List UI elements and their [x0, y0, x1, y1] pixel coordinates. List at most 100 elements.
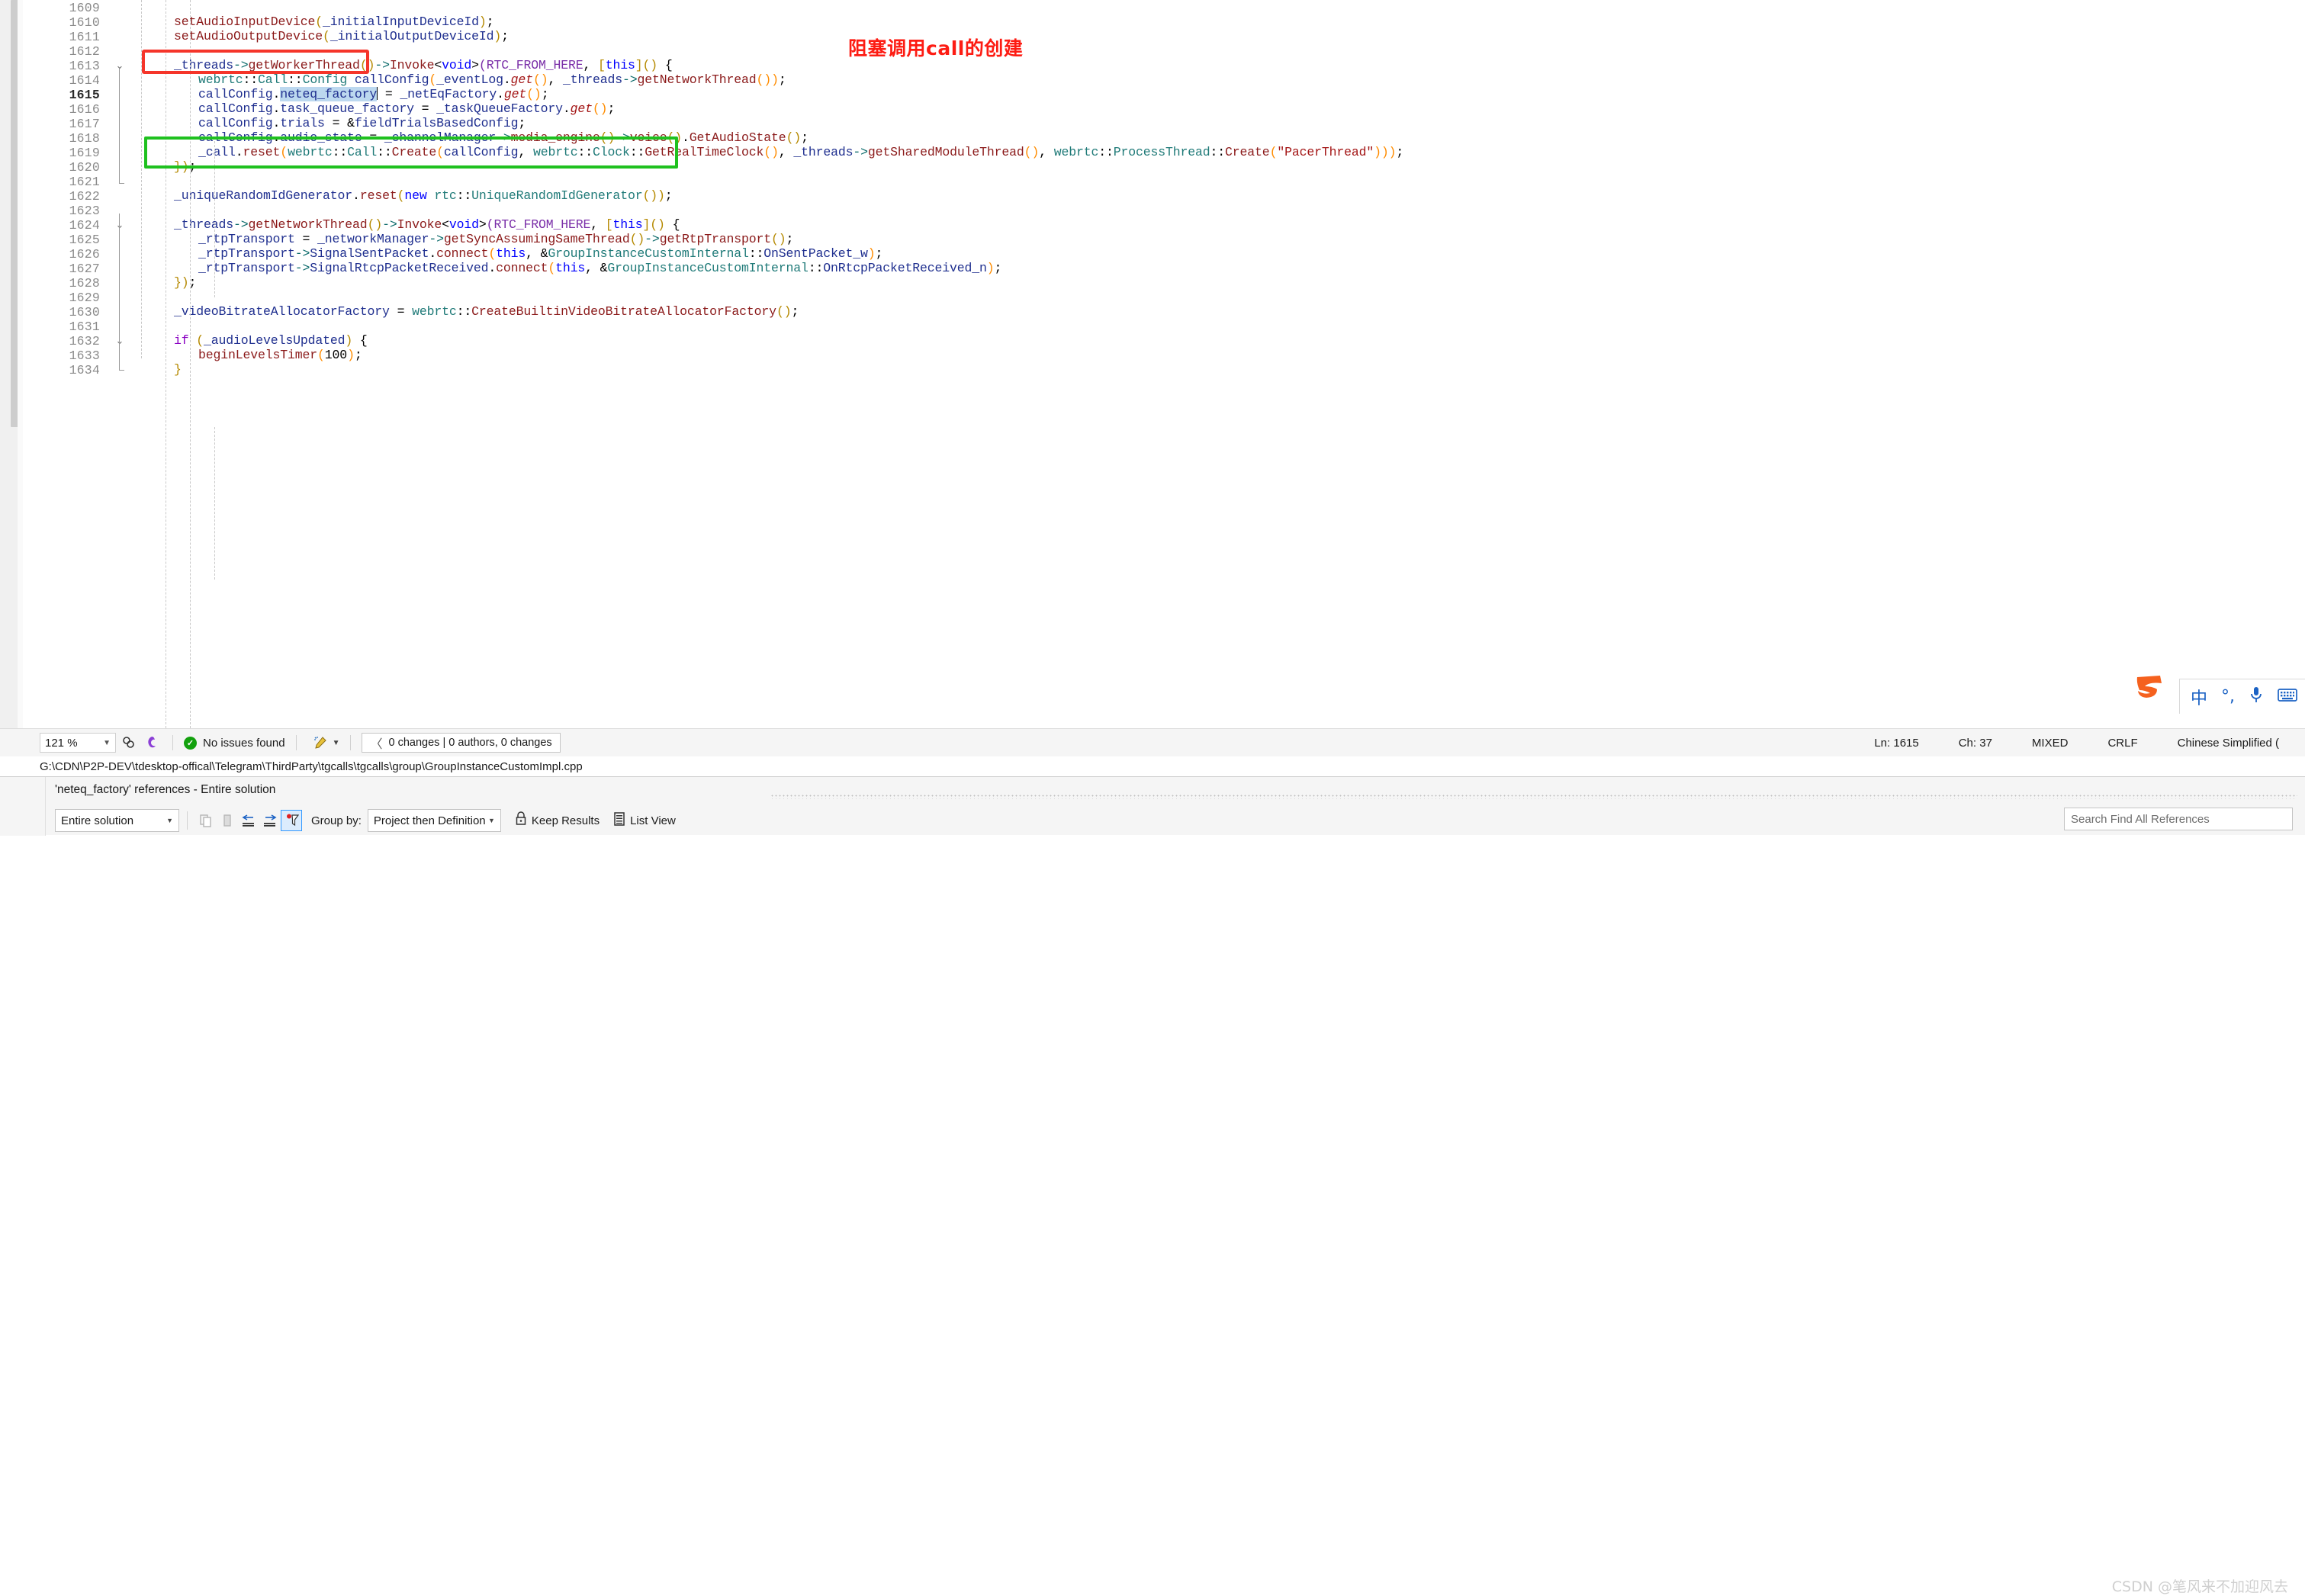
scope-dropdown[interactable]: Entire solution ▼ — [55, 809, 179, 832]
code-token: -> — [233, 217, 249, 232]
code-token: webrtc — [412, 304, 457, 319]
code-token: ; — [994, 261, 1002, 275]
ime-toolbar[interactable]: 中 °, — [2178, 679, 2305, 714]
code-token: ; — [786, 232, 794, 246]
keep-results-button[interactable]: Keep Results — [515, 811, 600, 830]
copy-button[interactable] — [195, 810, 217, 831]
code-line[interactable]: _threads->getWorkerThread()->Invoke<void… — [174, 58, 673, 72]
code-token: } — [174, 362, 182, 377]
group-by-label: Group by: — [311, 814, 362, 827]
code-token: ( — [642, 188, 651, 203]
code-token: CreateBuiltinVideoBitrateAllocatorFactor… — [471, 304, 776, 319]
code-token: _eventLog — [436, 72, 503, 87]
code-token: _threads — [793, 145, 854, 159]
chevron-down-icon[interactable]: ▼ — [333, 739, 340, 747]
list-view-button[interactable]: List View — [613, 811, 676, 830]
code-token: _uniqueRandomIdGenerator — [174, 188, 353, 203]
chevron-down-icon[interactable]: ▼ — [488, 817, 495, 824]
code-line[interactable]: callConfig.trials = &fieldTrialsBasedCon… — [198, 116, 526, 130]
cleanup-brush-icon[interactable] — [310, 733, 330, 753]
code-token: ( — [323, 29, 330, 43]
code-token: :: — [288, 72, 303, 87]
code-token: ) — [1374, 145, 1381, 159]
code-line[interactable]: _videoBitrateAllocatorFactory = webrtc::… — [174, 304, 799, 319]
code-line[interactable]: callConfig.audio_state = _channelManager… — [198, 130, 809, 145]
code-token: ) — [771, 145, 779, 159]
code-token: webrtc — [1053, 145, 1099, 159]
code-token: ; — [518, 116, 526, 130]
code-token: beginLevelsTimer — [198, 348, 318, 362]
next-result-button[interactable] — [259, 810, 281, 831]
code-line[interactable]: }); — [174, 159, 196, 174]
code-line[interactable]: beginLevelsTimer(100); — [198, 348, 362, 362]
clear-button[interactable] — [217, 810, 238, 831]
resharper-icon[interactable] — [142, 733, 162, 753]
chevron-down-icon[interactable]: ▼ — [103, 739, 111, 747]
code-token: ( — [367, 217, 375, 232]
code-token: _initialInputDeviceId — [323, 14, 479, 29]
find-results-panel[interactable]: 'neteq_factory' references - Entire solu… — [0, 776, 2305, 1595]
code-editor[interactable]: 1609 1610 1611 1612 1613 1614 1615 1616 1617 1618… — [0, 0, 2305, 728]
code-line[interactable]: webrtc::Call::Config callConfig(_eventLo… — [198, 72, 786, 87]
code-token: ) — [764, 72, 772, 87]
code-token: :: — [243, 72, 259, 87]
code-token: ) — [493, 29, 502, 43]
code-line[interactable]: setAudioOutputDevice(_initialOutputDevic… — [174, 29, 509, 43]
code-line[interactable]: _rtpTransport = _networkManager->getSync… — [198, 232, 793, 246]
code-line[interactable]: }); — [174, 275, 196, 290]
group-by-dropdown[interactable]: Project then Definition ▼ — [367, 809, 501, 832]
code-token: . — [352, 188, 360, 203]
divider — [187, 811, 188, 830]
code-token: new — [404, 188, 427, 203]
editor-status-bar: 121 % ▼ ✓ No issues found ▼ 〈 0 changes … — [0, 728, 2305, 756]
code-line[interactable]: _rtpTransport->SignalSentPacket.connect(… — [198, 246, 882, 261]
mic-icon[interactable] — [2249, 686, 2264, 708]
code-token: -> — [294, 261, 310, 275]
code-token: . — [235, 145, 243, 159]
code-token: ) — [778, 232, 786, 246]
code-token: Invoke — [397, 217, 442, 232]
find-results-toolbar[interactable]: Entire solution ▼ Group by: Project then… — [55, 808, 2305, 833]
chevron-down-icon[interactable]: ▼ — [166, 817, 173, 824]
code-token: = & — [324, 116, 355, 130]
code-token: fieldTrialsBasedConfig — [354, 116, 519, 130]
code-token: ( — [317, 348, 325, 362]
code-token: :: — [456, 304, 472, 319]
code-token: Create — [1225, 145, 1270, 159]
code-line[interactable]: callConfig.task_queue_factory = _taskQue… — [198, 101, 615, 116]
code-line[interactable]: _call.reset(webrtc::Call::Create(callCon… — [198, 145, 1403, 159]
panel-drag-handle[interactable] — [770, 794, 2297, 799]
code-token: RTC_FROM_HERE — [493, 217, 591, 232]
code-token: ( — [1024, 145, 1032, 159]
code-line[interactable]: if (_audioLevelsUpdated) { — [174, 333, 368, 348]
code-token: ( — [667, 130, 675, 145]
previous-result-button[interactable] — [238, 810, 259, 831]
code-line[interactable]: } — [174, 362, 182, 377]
code-token: webrtc — [532, 145, 578, 159]
code-line[interactable]: _rtpTransport->SignalRtcpPacketReceived.… — [198, 261, 1001, 275]
code-token: } — [174, 159, 182, 174]
code-token: ) — [674, 130, 683, 145]
code-token: webrtc — [288, 145, 333, 159]
filter-button[interactable] — [281, 810, 302, 831]
search-input[interactable]: Search Find All References — [2064, 808, 2293, 830]
ime-language-mode[interactable]: 中 — [2191, 685, 2207, 709]
divider — [295, 735, 297, 750]
code-token: > — [471, 58, 479, 72]
connection-icon[interactable] — [119, 733, 139, 753]
code-line[interactable]: callConfig.neteq_factory = _netEqFactory… — [198, 87, 549, 101]
code-line[interactable]: _uniqueRandomIdGenerator.reset(new rtc::… — [174, 188, 673, 203]
codelens-changes[interactable]: 〈 0 changes | 0 authors, 0 changes — [362, 733, 561, 753]
code-token: void — [448, 217, 479, 232]
code-text-layer[interactable]: setAudioInputDevice(_initialInputDeviceI… — [0, 0, 2305, 728]
keyboard-icon[interactable] — [2278, 687, 2297, 706]
ime-punctuation-mode[interactable]: °, — [2221, 687, 2235, 706]
zoom-level-selector[interactable]: 121 % ▼ — [40, 733, 116, 753]
code-line[interactable]: setAudioInputDevice(_initialInputDeviceI… — [174, 14, 494, 29]
watermark: CSDN @笔风来不加迎风去 — [2111, 1578, 2288, 1595]
divider — [172, 735, 173, 750]
code-token: _videoBitrateAllocatorFactory — [174, 304, 390, 319]
code-token: -> — [233, 58, 249, 72]
code-token: . — [488, 261, 497, 275]
code-line[interactable]: _threads->getNetworkThread()->Invoke<voi… — [174, 217, 680, 232]
